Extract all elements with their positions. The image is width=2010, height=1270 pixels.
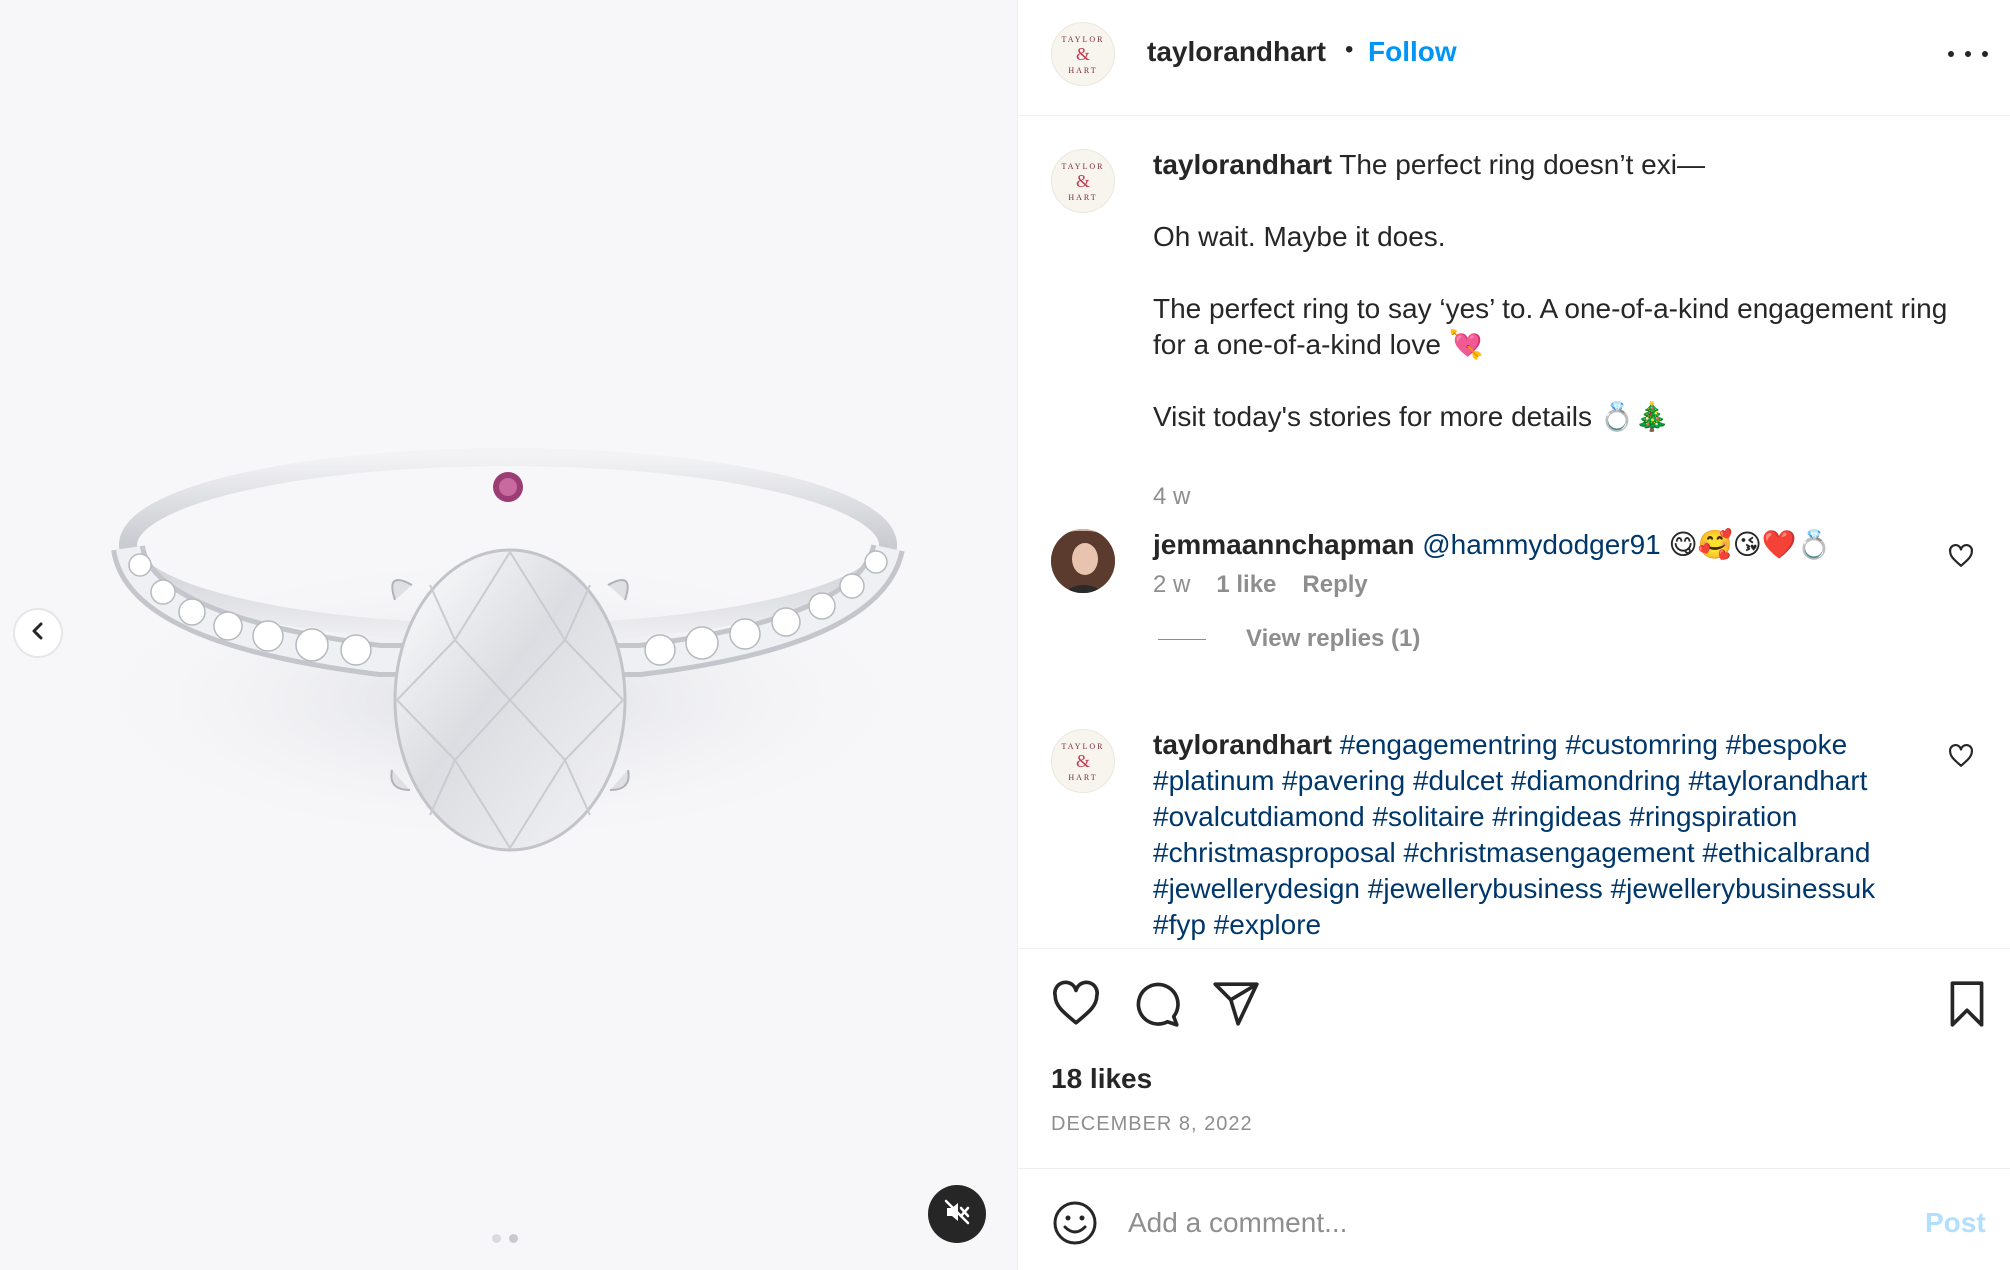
carousel-indicator (492, 1234, 518, 1243)
svg-text:&: & (1076, 44, 1090, 64)
header-username[interactable]: taylorandhart (1147, 36, 1326, 68)
send-icon[interactable] (1211, 979, 1261, 1029)
caption-line: Oh wait. Maybe it does. (1153, 221, 1446, 252)
caption-age[interactable]: 4 w (1153, 483, 1190, 511)
view-replies-button[interactable]: View replies (1) (1158, 625, 1420, 653)
avatar[interactable]: TAYLOR & HART (1051, 22, 1115, 86)
post-media[interactable] (0, 0, 1017, 1270)
svg-text:TAYLOR: TAYLOR (1061, 162, 1104, 171)
comments-list[interactable]: TAYLOR & HART taylorandhart The perfect … (1018, 117, 2010, 947)
heart-icon[interactable] (1051, 979, 1101, 1029)
reply-button[interactable]: Reply (1302, 571, 1367, 599)
comment-text: taylorandhart #engagementring #customrin… (1153, 727, 1933, 943)
caption-line: The perfect ring to say ‘yes’ to. A one-… (1153, 293, 1948, 360)
header-separator: • (1345, 36, 1354, 63)
post-date[interactable]: DECEMBER 8, 2022 (1051, 1113, 1253, 1136)
caption-username[interactable]: taylorandhart (1153, 149, 1332, 180)
comment-mention[interactable]: @hammydodger91 (1422, 529, 1661, 560)
comment-text: jemmaannchapman @hammydodger91 😋🥰😘❤️💍 (1153, 527, 1953, 563)
carousel-dot (492, 1234, 501, 1243)
svg-text:TAYLOR: TAYLOR (1061, 35, 1104, 44)
post-actions: 18 likes DECEMBER 8, 2022 (1018, 948, 2010, 1168)
svg-text:HART: HART (1068, 193, 1097, 202)
svg-text:HART: HART (1068, 773, 1097, 782)
caption-meta: 4 w (1153, 483, 1190, 511)
comment-likes[interactable]: 1 like (1216, 571, 1276, 599)
caption-line: The perfect ring doesn’t exi— (1339, 149, 1705, 180)
comment-hashtags[interactable]: #engagementring #customring #bespoke #pl… (1153, 729, 1875, 940)
caption-text: taylorandhart The perfect ring doesn’t e… (1153, 147, 1953, 435)
comment-age[interactable]: 2 w (1153, 571, 1190, 599)
smiley-icon[interactable] (1051, 1199, 1099, 1247)
svg-text:TAYLOR: TAYLOR (1061, 742, 1104, 751)
svg-text:&: & (1076, 751, 1090, 771)
ring-image (70, 448, 930, 852)
comment-meta: 2 w 1 like Reply (1153, 571, 1368, 599)
add-comment-bar: Post (1018, 1168, 2010, 1270)
svg-text:HART: HART (1068, 66, 1097, 75)
replies-divider (1158, 638, 1206, 640)
follow-button[interactable]: Follow (1368, 36, 1457, 68)
speaker-muted-icon (943, 1198, 971, 1231)
carousel-dot-active (509, 1234, 518, 1243)
comment-icon[interactable] (1131, 979, 1181, 1029)
brand-logo: TAYLOR & HART (1061, 35, 1104, 75)
comment-like-heart-icon[interactable] (1948, 743, 1974, 769)
post-comment-button[interactable]: Post (1925, 1207, 1986, 1239)
comment-input[interactable] (1128, 1195, 1868, 1251)
more-horizontal-icon (1948, 51, 1954, 57)
avatar[interactable] (1051, 529, 1115, 593)
comment-username[interactable]: jemmaannchapman (1153, 529, 1414, 560)
comment-emojis: 😋🥰😘❤️💍 (1668, 529, 1832, 560)
brand-logo: TAYLOR & HART (1061, 742, 1104, 782)
post-header: TAYLOR & HART taylorandhart • Follow (1018, 0, 2010, 116)
chevron-left-icon (28, 621, 48, 646)
avatar[interactable]: TAYLOR & HART (1051, 729, 1115, 793)
comment-like-heart-icon[interactable] (1948, 543, 1974, 569)
profile-photo (1051, 529, 1115, 593)
svg-text:&: & (1076, 171, 1090, 191)
post-panel: TAYLOR & HART taylorandhart • Follow TAY… (1017, 0, 2010, 1270)
avatar[interactable]: TAYLOR & HART (1051, 149, 1115, 213)
comment-username[interactable]: taylorandhart (1153, 729, 1332, 760)
carousel-prev-button[interactable] (13, 608, 63, 658)
brand-logo: TAYLOR & HART (1061, 162, 1104, 202)
mute-button[interactable] (928, 1185, 986, 1243)
view-replies-label: View replies (1) (1246, 625, 1421, 652)
bookmark-icon[interactable] (1942, 979, 1992, 1029)
more-options-button[interactable] (1948, 42, 1988, 66)
likes-count[interactable]: 18 likes (1051, 1063, 1152, 1095)
caption-line: Visit today's stories for more details 💍… (1153, 401, 1670, 432)
